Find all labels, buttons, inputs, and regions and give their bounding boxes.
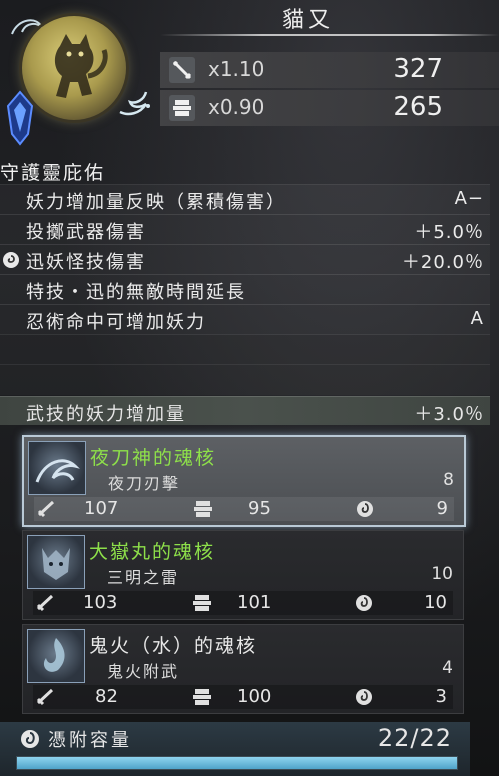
oni-icon <box>42 548 70 580</box>
attack-value: 327 <box>393 54 443 84</box>
capacity-value: 10 <box>424 592 447 613</box>
defense-stat-row: x0.90 265 <box>160 90 499 126</box>
capacity-value: 3 <box>435 686 447 707</box>
attribute-name: 妖力增加量反映（累積傷害） <box>26 192 286 213</box>
soul-core-cost: 8 <box>443 470 454 490</box>
attribute-value: ＋5.0％ <box>414 222 484 243</box>
defense-value: 101 <box>237 592 272 613</box>
attribute-value: A− <box>454 188 484 209</box>
soul-core-card[interactable]: 大嶽丸的魂核 三明之雷 10 103 101 10 <box>22 530 464 620</box>
capacity-label: 憑附容量 <box>48 730 132 751</box>
soul-core-name: 夜刀神的魂核 <box>90 447 217 469</box>
attribute-value: ＋20.0％ <box>401 252 484 273</box>
attribute-value: A <box>470 308 484 329</box>
armor-icon <box>194 501 212 517</box>
attribute-row[interactable]: 忍術命中可增加妖力 A <box>0 304 490 335</box>
armor-icon <box>193 689 211 705</box>
attack-value: 103 <box>83 592 118 613</box>
attribute-row[interactable]: 迅妖怪技傷害 ＋20.0％ <box>0 244 490 275</box>
spirit-capacity-icon <box>357 501 373 517</box>
empty-attribute-row <box>0 334 490 365</box>
attack-stat-row: x1.10 327 <box>160 52 499 88</box>
title-divider <box>160 34 499 36</box>
spirit-wisp-icon <box>119 91 150 116</box>
bonus-row[interactable]: 武技的妖力增加量 ＋3.0％ <box>0 396 490 425</box>
possession-capacity: 憑附容量 22/22 <box>0 722 470 776</box>
soul-core-stats: 107 95 9 <box>34 497 454 521</box>
soul-core-card-selected[interactable]: 夜刀神的魂核 夜刀刃擊 8 107 95 9 <box>22 435 466 527</box>
sword-icon <box>169 57 195 83</box>
capacity-bar <box>16 756 458 770</box>
armor-icon <box>193 595 211 611</box>
sword-icon <box>37 500 55 518</box>
spirit-capacity-icon <box>356 689 372 705</box>
attack-value: 82 <box>95 686 118 707</box>
attribute-name: 特技・迅的無敵時間延長 <box>26 282 246 303</box>
soul-core-thumbnail <box>27 629 85 683</box>
capacity-bar-fill <box>17 757 457 769</box>
armor-icon <box>169 95 195 121</box>
soul-core-card[interactable]: 鬼火（水）的魂核 鬼火附武 4 82 100 3 <box>22 624 464 714</box>
defense-value: 265 <box>393 92 443 122</box>
soul-core-thumbnail <box>28 441 86 495</box>
soul-core-stats: 103 101 10 <box>33 591 453 615</box>
attribute-name: 投擲武器傷害 <box>26 222 146 243</box>
section-title: 守護靈庇佑 <box>0 162 106 184</box>
attribute-row[interactable]: 投擲武器傷害 ＋5.0％ <box>0 214 490 245</box>
attack-multiplier: x1.10 <box>208 57 265 81</box>
soul-core-cost: 10 <box>431 564 453 584</box>
spiral-icon <box>3 252 19 268</box>
soul-core-name: 鬼火（水）的魂核 <box>89 635 258 657</box>
attribute-name: 迅妖怪技傷害 <box>26 252 146 273</box>
spirit-capacity-icon <box>21 730 39 748</box>
capacity-value: 22/22 <box>377 724 452 752</box>
sword-icon <box>36 594 54 612</box>
soul-core-skill: 三明之雷 <box>107 568 180 587</box>
soul-core-thumbnail <box>27 535 85 589</box>
serpent-icon <box>35 459 80 483</box>
sword-icon <box>36 688 54 706</box>
capacity-value: 9 <box>436 498 448 519</box>
defense-value: 100 <box>237 686 272 707</box>
attribute-row[interactable]: 特技・迅的無敵時間延長 <box>0 274 490 305</box>
soul-core-stats: 82 100 3 <box>33 685 453 709</box>
spirit-capacity-icon <box>356 595 372 611</box>
soul-core-name: 大嶽丸的魂核 <box>89 541 216 563</box>
clan-crest-icon <box>6 90 34 146</box>
bonus-name: 武技的妖力增加量 <box>26 404 186 425</box>
soul-core-skill: 夜刀刃擊 <box>108 474 181 493</box>
bonus-value: ＋3.0％ <box>414 404 484 425</box>
spirit-name: 貓又 <box>281 8 334 33</box>
defense-value: 95 <box>248 498 271 519</box>
attack-value: 107 <box>84 498 119 519</box>
attribute-row[interactable]: 妖力增加量反映（累積傷害） A− <box>0 184 490 215</box>
empty-attribute-row <box>0 364 490 395</box>
soul-core-skill: 鬼火附武 <box>107 662 180 681</box>
wisp-icon <box>43 638 65 672</box>
soul-core-cost: 4 <box>442 658 453 678</box>
attribute-name: 忍術命中可增加妖力 <box>26 312 206 333</box>
defense-multiplier: x0.90 <box>208 95 265 119</box>
